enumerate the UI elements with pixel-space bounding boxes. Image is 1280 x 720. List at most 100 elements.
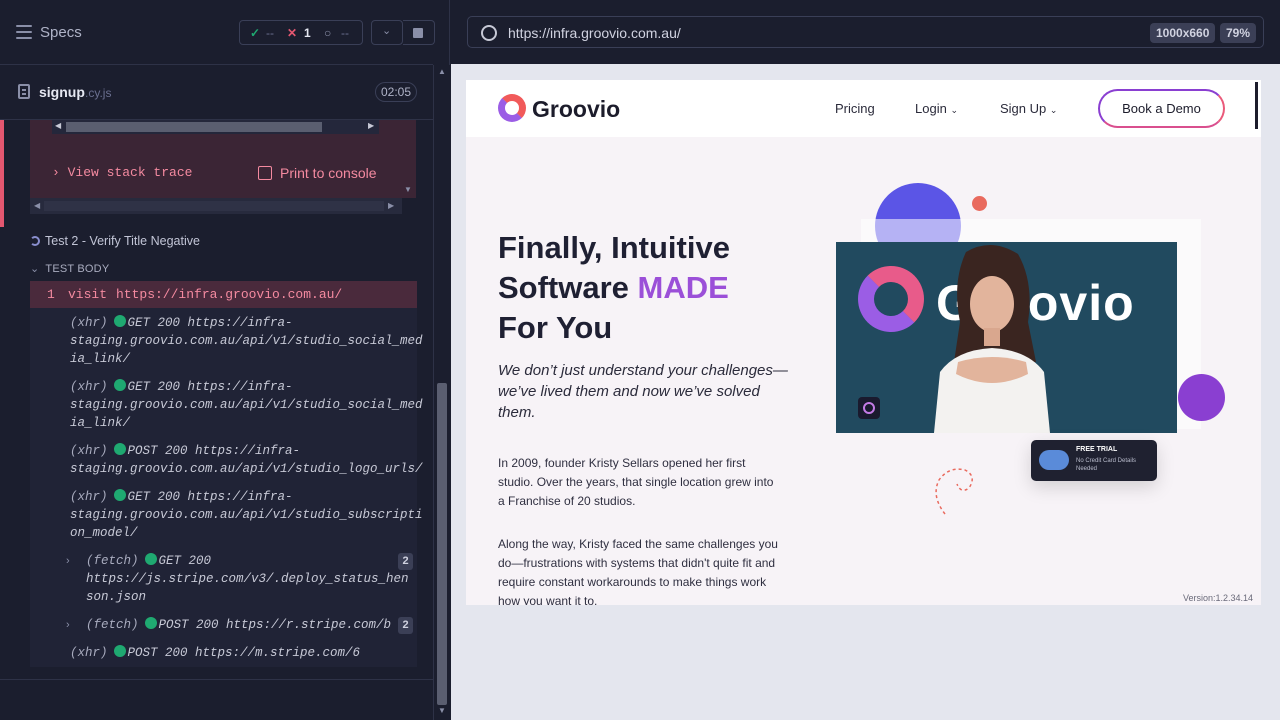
hero-paragraph-2: Along the way, Kristy faced the same cha… bbox=[498, 537, 778, 605]
success-dot-icon bbox=[144, 553, 157, 565]
scroll-right-icon[interactable]: ▶ bbox=[368, 121, 374, 130]
log-line: POST 200 https://m.stripe.com/6 bbox=[127, 646, 361, 660]
free-trial-title: FREE TRIAL bbox=[1076, 446, 1118, 453]
groovio-logo-icon[interactable] bbox=[498, 94, 526, 122]
log-type: (fetch) bbox=[86, 618, 139, 632]
log-line: ia_link/ bbox=[70, 352, 131, 366]
spec-name: signup bbox=[39, 84, 85, 100]
decor-circle-purple bbox=[1178, 374, 1225, 421]
test-stats: ✓ -- ✕ 1 ○ -- bbox=[239, 20, 363, 45]
chevron-down-icon-2: ⌄ bbox=[30, 263, 40, 275]
error-hscroll-thumb[interactable] bbox=[66, 122, 322, 132]
log-count-badge: 2 bbox=[398, 553, 413, 570]
headline-line-3: For You bbox=[498, 310, 613, 345]
nav-signup-label: Sign Up bbox=[1000, 101, 1047, 116]
passed-count: -- bbox=[266, 26, 274, 40]
scroll-right-icon-2[interactable]: ▶ bbox=[388, 201, 394, 210]
nav-pricing[interactable]: Pricing bbox=[835, 101, 875, 116]
free-trial-badge[interactable]: FREE TRIAL No Credit Card Details Needed bbox=[1031, 440, 1157, 481]
log-entry[interactable]: (xhr) GET 200 https://infra- staging.groo… bbox=[70, 378, 423, 432]
log-entry[interactable]: (xhr) POST 200 https://m.stripe.com/6 bbox=[70, 644, 415, 662]
log-line: GET 200 bbox=[158, 554, 212, 568]
zoom-level[interactable]: 79% bbox=[1220, 23, 1257, 43]
log-line: GET 200 https://infra- bbox=[127, 380, 293, 394]
hero-headline: Finally, Intuitive Software MADE For You bbox=[498, 228, 798, 348]
print-to-console-button[interactable]: Print to console bbox=[258, 165, 377, 181]
scroll-left-icon[interactable]: ◀ bbox=[55, 121, 61, 130]
log-line: POST 200 https://r.stripe.com/b bbox=[158, 618, 392, 632]
url-bar: https://infra.groovio.com.au/ 1000x660 7… bbox=[451, 0, 1280, 64]
panel-hscroll[interactable]: ◀ ▶ bbox=[30, 198, 402, 214]
error-hscroll[interactable]: ◀ ▶ bbox=[52, 120, 379, 134]
scroll-down-small-icon[interactable]: ▼ bbox=[404, 185, 412, 194]
log-line: GET 200 https://infra- bbox=[127, 316, 293, 330]
success-dot-icon bbox=[113, 645, 126, 657]
book-demo-button[interactable]: Book a Demo bbox=[1098, 89, 1225, 128]
scroll-left-icon-2[interactable]: ◀ bbox=[34, 201, 40, 210]
scroll-down-icon[interactable]: ▼ bbox=[438, 706, 446, 715]
failed-count: 1 bbox=[304, 26, 311, 40]
nav-scroll-edge bbox=[1255, 82, 1258, 129]
specs-menu-icon[interactable] bbox=[16, 25, 32, 39]
presenter-image bbox=[934, 244, 1050, 433]
log-line: staging.groovio.com.au/api/v1/studio_soc… bbox=[70, 334, 423, 348]
log-entry[interactable]: (xhr) POST 200 https://infra- staging.gro… bbox=[70, 442, 423, 478]
log-entry[interactable]: (xhr) GET 200 https://infra- staging.groo… bbox=[70, 314, 423, 368]
spec-ext: .cy.js bbox=[85, 86, 112, 100]
passed-icon: ✓ bbox=[250, 26, 261, 40]
test-body-label: TEST BODY bbox=[45, 263, 110, 275]
log-line: son.json bbox=[86, 590, 147, 604]
success-dot-icon bbox=[113, 443, 126, 455]
decor-dot-red bbox=[972, 196, 987, 211]
command-arg: https://infra.groovio.com.au/ bbox=[116, 287, 343, 302]
scrollbar-thumb[interactable] bbox=[437, 383, 447, 705]
site-frame: Groovio Pricing Login ⌄ Sign Up ⌄ Book a… bbox=[466, 80, 1261, 605]
log-line: https://js.stripe.com/v3/.deploy_status_… bbox=[86, 572, 409, 586]
command-index: 1 bbox=[47, 287, 55, 302]
expand-chevron-icon[interactable]: › bbox=[66, 555, 70, 567]
view-stack-trace[interactable]: › View stack trace bbox=[52, 165, 192, 180]
command-visit[interactable]: 1 visit https://infra.groovio.com.au/ bbox=[30, 281, 417, 308]
log-line: staging.groovio.com.au/api/v1/studio_soc… bbox=[70, 398, 423, 412]
url-text[interactable]: https://infra.groovio.com.au/ bbox=[508, 25, 681, 41]
file-icon bbox=[18, 84, 30, 99]
spec-timer: 02:05 bbox=[375, 82, 417, 102]
success-dot-icon bbox=[113, 489, 126, 501]
chevron-down-icon: ⌄ bbox=[382, 25, 392, 37]
log-entry[interactable]: (fetch) POST 200 https://r.stripe.com/b bbox=[86, 616, 396, 634]
log-line: on_model/ bbox=[70, 526, 138, 540]
log-entry[interactable]: (xhr) GET 200 https://infra- staging.groo… bbox=[70, 488, 423, 542]
pending-count: -- bbox=[341, 26, 349, 40]
success-dot-icon bbox=[144, 617, 157, 629]
nav-signup[interactable]: Sign Up ⌄ bbox=[1000, 101, 1057, 116]
url-box[interactable]: https://infra.groovio.com.au/ 1000x660 7… bbox=[467, 16, 1264, 48]
stop-button[interactable] bbox=[403, 20, 435, 45]
print-label: Print to console bbox=[280, 165, 377, 181]
scroll-up-icon[interactable]: ▲ bbox=[438, 67, 446, 76]
nav-login[interactable]: Login ⌄ bbox=[915, 101, 958, 116]
specs-label[interactable]: Specs bbox=[40, 24, 82, 41]
command-log-scrollbar[interactable]: ▲ ▼ bbox=[433, 65, 450, 720]
expand-chevron-icon[interactable]: › bbox=[66, 619, 70, 631]
headline-line-1: Finally, Intuitive bbox=[498, 230, 730, 265]
intro-video[interactable]: Groovio bbox=[836, 242, 1177, 433]
running-spinner-icon bbox=[30, 236, 40, 246]
test-title-label: Test 2 - Verify Title Negative bbox=[45, 234, 200, 248]
log-type: (xhr) bbox=[70, 444, 108, 458]
command-name: visit bbox=[68, 287, 108, 302]
free-trial-subtitle: No Credit Card Details Needed bbox=[1076, 458, 1137, 472]
runner-panel: Specs ✓ -- ✕ 1 ○ -- ⌄ signup .cy.js 02:0… bbox=[0, 0, 450, 720]
log-entry[interactable]: (fetch) GET 200 https://js.stripe.com/v3/… bbox=[86, 552, 409, 606]
site-logo[interactable]: Groovio bbox=[532, 96, 620, 123]
success-dot-icon bbox=[113, 379, 126, 391]
test-title[interactable]: Test 2 - Verify Title Negative bbox=[30, 234, 200, 248]
decor-squiggle bbox=[935, 468, 973, 515]
hero-paragraph-1: In 2009, founder Kristy Sellars opened h… bbox=[498, 456, 774, 508]
expand-button[interactable]: ⌄ bbox=[371, 20, 403, 45]
chevron-down-icon: ⌄ bbox=[950, 105, 958, 115]
log-line: ia_link/ bbox=[70, 416, 131, 430]
test-body-toggle[interactable]: ⌄ TEST BODY bbox=[30, 262, 109, 275]
log-line: POST 200 https://infra- bbox=[127, 444, 301, 458]
viewport-size[interactable]: 1000x660 bbox=[1150, 23, 1216, 43]
panel-hscroll-thumb[interactable] bbox=[44, 201, 384, 211]
